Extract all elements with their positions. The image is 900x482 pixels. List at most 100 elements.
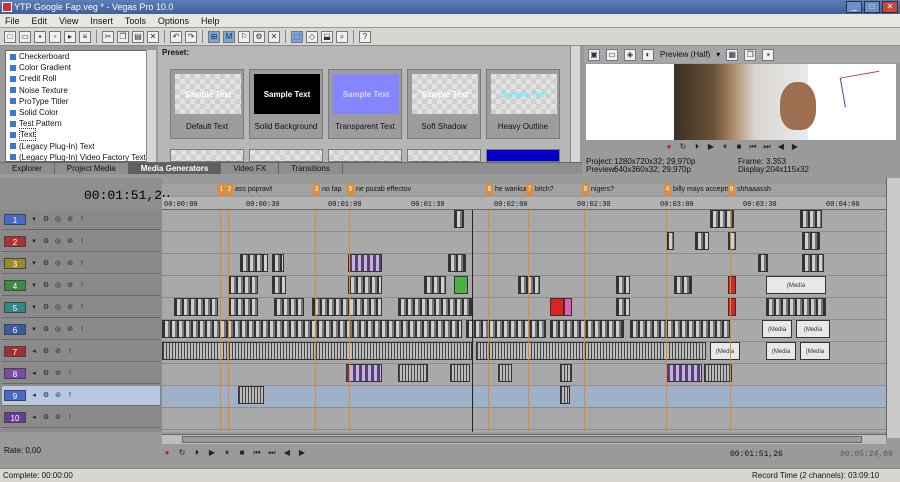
preset-soft-shadow[interactable]: Sample Text Soft Shadow — [407, 69, 481, 139]
undo-icon[interactable]: ↶ — [170, 30, 182, 43]
video-clip[interactable] — [802, 232, 820, 250]
composite-icon[interactable]: ◎ — [54, 304, 62, 312]
playhead-cursor[interactable] — [472, 210, 473, 432]
cursor-position[interactable]: 00:01:51,26 — [730, 450, 783, 459]
overlays-icon[interactable]: ▦ — [726, 48, 739, 61]
volume-icon[interactable]: ◂ — [30, 392, 38, 400]
composite-icon[interactable]: ◎ — [54, 282, 62, 290]
chevron-down-icon[interactable]: ▾ — [716, 50, 720, 59]
expand-icon[interactable]: ▾ — [30, 238, 38, 246]
fx-icon[interactable]: ⚙ — [42, 282, 50, 290]
audio-clip[interactable] — [704, 364, 732, 382]
preset-thumbnail-partial[interactable] — [328, 149, 402, 162]
video-clip[interactable] — [240, 254, 268, 272]
video-clip[interactable]: (Media — [762, 320, 792, 338]
record-icon[interactable]: ● — [162, 448, 172, 458]
solo-icon[interactable]: ! — [78, 238, 86, 246]
composite-icon[interactable]: ◎ — [54, 326, 62, 334]
audio-clip[interactable]: (Media — [710, 342, 740, 360]
video-clip[interactable] — [666, 232, 674, 250]
menu-options[interactable]: Options — [158, 14, 189, 27]
preset-thumbnail-partial[interactable] — [486, 149, 560, 162]
audio-clip[interactable] — [162, 342, 472, 360]
audio-clip[interactable] — [560, 364, 572, 382]
mute-icon[interactable]: ⊘ — [54, 370, 62, 378]
ignore-grouping-icon[interactable]: ⚙ — [253, 30, 265, 43]
preset-transparent-text[interactable]: Sample Text Transparent Text — [328, 69, 402, 139]
composite-icon[interactable]: ◎ — [54, 260, 62, 268]
fx-icon[interactable]: ⚙ — [42, 216, 50, 224]
video-clip[interactable] — [228, 298, 258, 316]
audio-clip[interactable] — [238, 386, 264, 404]
selection-tool-icon[interactable]: ⬓ — [321, 30, 333, 43]
solo-icon[interactable]: ! — [78, 326, 86, 334]
timeline-marker[interactable]: 4 billy mays accepts c — [664, 184, 735, 195]
save-as-icon[interactable]: ▫ — [49, 30, 61, 43]
open-icon[interactable]: ▭ — [19, 30, 31, 43]
marker-bar[interactable]: 1 2 ass popravi! 3 no fap 5 ne puzab effect… — [162, 184, 886, 195]
envelope-tool-icon[interactable]: ◇ — [306, 30, 318, 43]
video-clip[interactable] — [616, 298, 630, 316]
track-header-selected[interactable]: 9 ◂ ⚙ ⊘! — [2, 386, 160, 406]
video-clip[interactable] — [518, 276, 540, 294]
track-lane-selected[interactable] — [162, 386, 886, 408]
audio-clip[interactable] — [450, 364, 470, 382]
composite-icon[interactable]: ◎ — [54, 216, 62, 224]
snap-icon[interactable]: ⊞ — [208, 30, 220, 43]
playback-rate[interactable]: Rate: 0,00 — [4, 446, 41, 455]
video-clip[interactable] — [766, 298, 826, 316]
cut-icon[interactable]: ✂ — [102, 30, 114, 43]
scrollbar-thumb[interactable] — [182, 436, 862, 443]
generator-list[interactable]: Checkerboard Color Gradient Credit Roll … — [5, 50, 151, 162]
timeline-marker[interactable]: 8 nigers? — [582, 184, 614, 195]
track-lane[interactable] — [162, 298, 886, 320]
fx-icon[interactable]: ⚙ — [42, 414, 50, 422]
solo-icon[interactable]: ! — [78, 216, 86, 224]
timeline-marker[interactable]: 2 ass popravi! — [226, 184, 273, 195]
video-clip[interactable] — [758, 254, 768, 272]
track-lane[interactable] — [162, 408, 886, 430]
timeline-marker[interactable]: 9 shhaaassh — [728, 184, 771, 195]
tab-video-fx[interactable]: Video FX — [221, 163, 280, 174]
video-clip[interactable] — [630, 320, 730, 338]
new-icon[interactable]: □ — [4, 30, 16, 43]
audio-clip[interactable] — [398, 364, 428, 382]
timeline-marker[interactable]: 5 ne puzab effectov — [347, 184, 411, 195]
audio-clip[interactable] — [476, 342, 706, 360]
audio-clip[interactable]: (Media — [800, 342, 830, 360]
go-to-end-icon[interactable]: ⏭ — [267, 448, 277, 458]
preset-thumbnail-partial[interactable] — [170, 149, 244, 162]
copy-icon[interactable]: ❐ — [117, 30, 129, 43]
video-clip[interactable] — [162, 320, 462, 338]
mute-icon[interactable]: ⊘ — [66, 282, 74, 290]
video-clip[interactable] — [454, 276, 468, 294]
preview-properties-icon[interactable]: ▣ — [588, 48, 600, 61]
solo-icon[interactable]: ! — [78, 282, 86, 290]
solo-icon[interactable]: ! — [66, 370, 74, 378]
expand-icon[interactable]: ▾ — [30, 260, 38, 268]
audio-clip[interactable] — [560, 386, 570, 404]
play-from-start-icon[interactable]: ⏵ — [192, 448, 202, 458]
previous-frame-icon[interactable]: ◀ — [282, 448, 292, 458]
audio-clip[interactable] — [498, 364, 512, 382]
video-clip[interactable] — [348, 276, 382, 294]
menu-tools[interactable]: Tools — [125, 14, 146, 27]
save-icon[interactable]: ▪ — [34, 30, 46, 43]
pause-icon[interactable]: ⏸ — [222, 448, 232, 458]
auto-ripple-icon[interactable]: M — [223, 30, 235, 43]
list-item[interactable]: Credit Roll — [6, 73, 150, 84]
video-clip[interactable] — [616, 276, 630, 294]
list-item[interactable]: (Legacy Plug-In) Text — [6, 141, 150, 152]
preview-fx-icon[interactable]: ◈ — [624, 48, 636, 61]
menu-file[interactable]: File — [5, 14, 20, 27]
video-clip[interactable] — [466, 320, 546, 338]
delete-icon[interactable]: ✕ — [147, 30, 159, 43]
preset-thumbnail-partial[interactable] — [407, 149, 481, 162]
menu-view[interactable]: View — [59, 14, 78, 27]
track-header[interactable]: 6 ▾ ⚙ ◎ ⊘! — [2, 320, 160, 340]
redo-icon[interactable]: ↷ — [185, 30, 197, 43]
external-monitor-icon[interactable]: ▭ — [606, 48, 618, 61]
track-header[interactable]: 10 ◂ ⚙ ⊘! — [2, 408, 160, 428]
track-header[interactable]: 4 ▾ ⚙ ◎ ⊘! — [2, 276, 160, 296]
stop-icon[interactable]: ■ — [734, 142, 744, 152]
